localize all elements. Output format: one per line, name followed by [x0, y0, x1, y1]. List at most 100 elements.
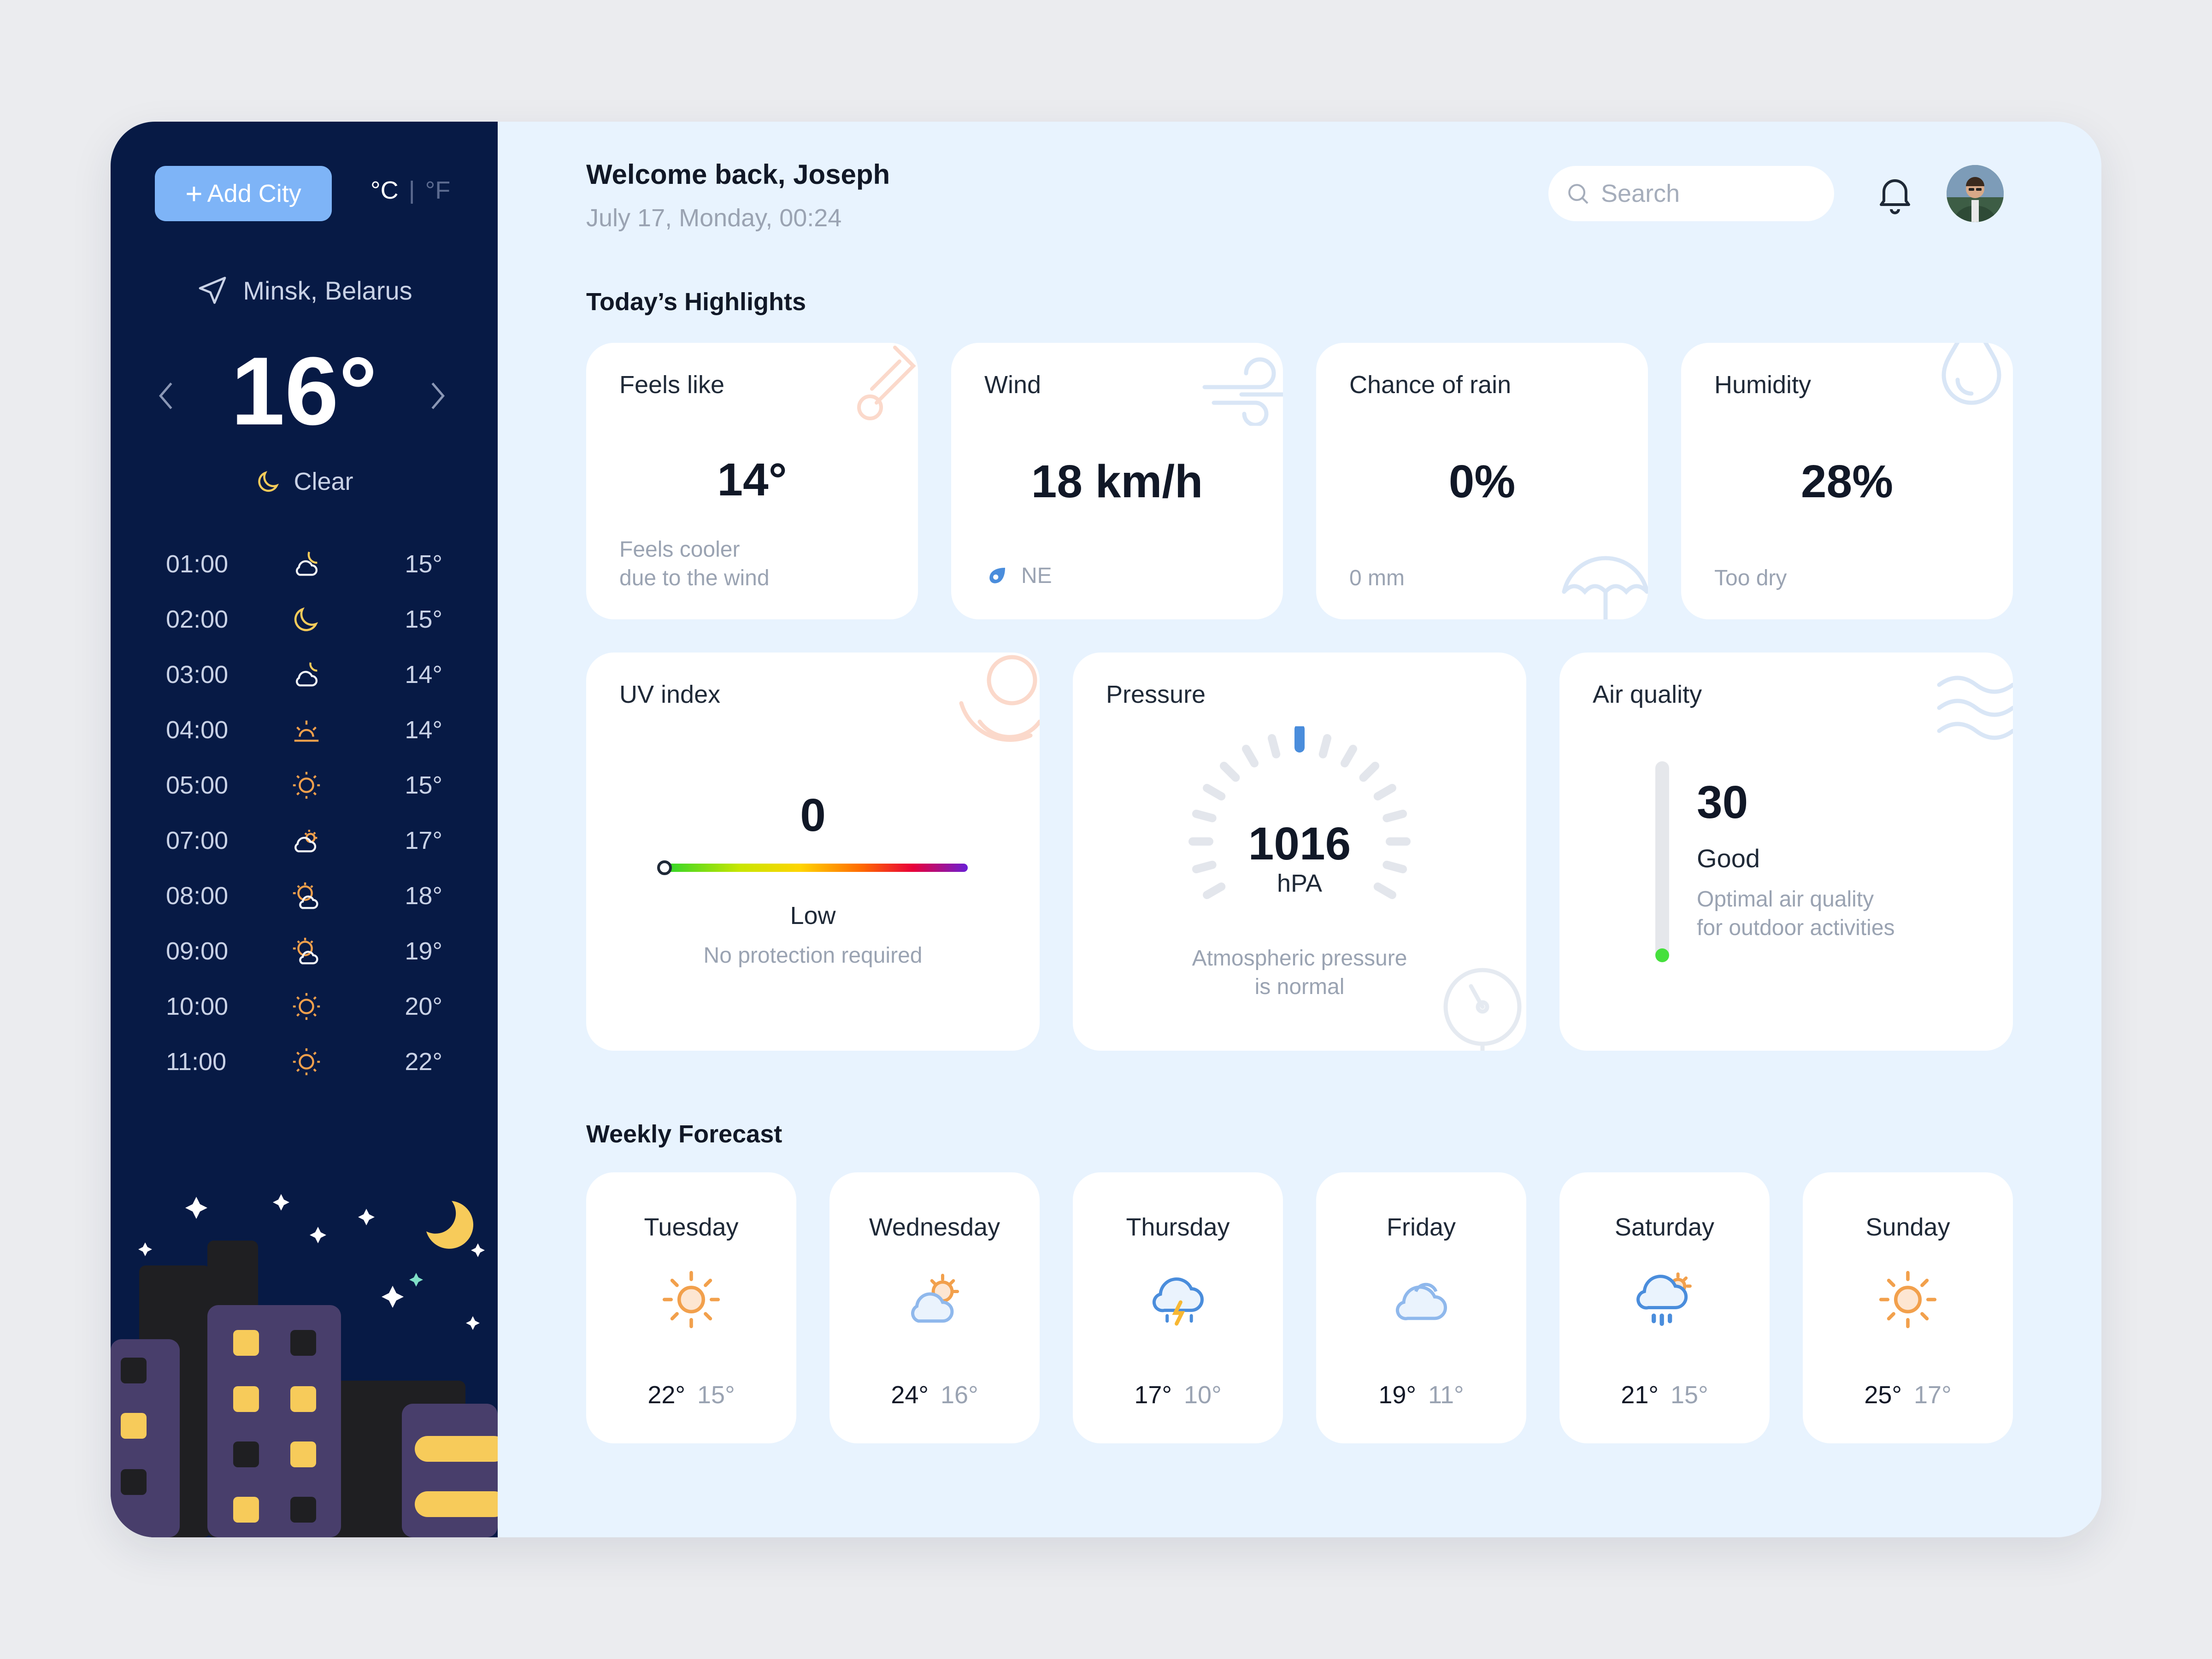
- forecast-low: 10°: [1184, 1381, 1222, 1409]
- hour-time: 04:00: [166, 716, 229, 744]
- pressure-note-2: is normal: [1254, 975, 1345, 999]
- chevron-right-icon[interactable]: [429, 380, 447, 412]
- forecast-high: 22°: [647, 1381, 685, 1409]
- unit-celsius[interactable]: °C: [371, 176, 399, 204]
- hour-temp: 14°: [405, 716, 442, 744]
- unit-separator: |: [408, 176, 415, 204]
- humidity-note: Too dry: [1714, 566, 1787, 590]
- cloud-icon: [1395, 1282, 1447, 1320]
- sunrise-icon: [294, 720, 319, 742]
- forecast-day-name: Friday: [1386, 1213, 1456, 1241]
- hourly-forecast: 01:00 15° 02:00 15° 03:00 14° 04:00 14° …: [166, 536, 442, 1089]
- pressure-dial-tick: [1341, 745, 1357, 768]
- air-quality-label: Air quality: [1593, 681, 1702, 708]
- add-city-label: Add City: [207, 180, 301, 207]
- forecast-day-card[interactable]: Thursday 17° 10°: [1073, 1172, 1283, 1443]
- forecast-high: 25°: [1864, 1381, 1902, 1409]
- add-city-button[interactable]: + Add City: [155, 166, 332, 221]
- feels-like-note-2: due to the wind: [619, 566, 770, 590]
- forecast-high: 17°: [1134, 1381, 1172, 1409]
- sun-icon: [293, 1048, 320, 1076]
- feels-like-label: Feels like: [619, 371, 725, 399]
- search-input[interactable]: Search: [1548, 166, 1834, 221]
- hour-temp: 15°: [405, 771, 442, 799]
- moon-cloud-icon: [295, 552, 318, 576]
- uv-label: UV index: [619, 681, 721, 708]
- forecast-day-name: Sunday: [1865, 1213, 1950, 1241]
- sun-rays-icon: [959, 655, 1040, 742]
- air-quality-meter: [1655, 761, 1669, 962]
- wind-icon: [1202, 357, 1283, 426]
- search-placeholder: Search: [1601, 180, 1680, 207]
- hour-temp: 17°: [405, 827, 442, 854]
- pressure-dial-tick: [1219, 761, 1240, 782]
- moon-icon: [258, 471, 279, 492]
- avatar[interactable]: [1947, 165, 2004, 222]
- pressure-value: 1016: [1248, 818, 1351, 870]
- pressure-unit: hPA: [1277, 870, 1323, 897]
- pressure-dial-tick: [1203, 784, 1226, 800]
- current-location[interactable]: Minsk, Belarus: [111, 274, 498, 307]
- uv-level: Low: [790, 902, 836, 930]
- hourly-row: 02:00 15°: [166, 592, 442, 647]
- hour-temp: 14°: [405, 661, 442, 688]
- water-drop-icon: [1941, 343, 2001, 405]
- moon-icon: [294, 607, 318, 631]
- uv-note: No protection required: [703, 943, 923, 968]
- sun-icon: [662, 1271, 720, 1329]
- feels-like-note-1: Feels cooler: [619, 537, 740, 562]
- uv-value: 0: [800, 789, 826, 841]
- main-panel: Welcome back, Joseph July 17, Monday, 00…: [498, 122, 2101, 1537]
- umbrella-icon: [1562, 556, 1648, 619]
- hourly-row: 07:00 17°: [166, 813, 442, 868]
- pressure-dial-tick: [1242, 745, 1259, 768]
- wind-direction: NE: [984, 563, 1052, 588]
- forecast-day-card[interactable]: Saturday 21° 15°: [1559, 1172, 1770, 1443]
- pressure-label: Pressure: [1106, 681, 1206, 708]
- humidity-value: 28%: [1800, 456, 1894, 507]
- humidity-card: Humidity 28% Too dry: [1681, 343, 2013, 619]
- forecast-day-name: Thursday: [1126, 1213, 1230, 1241]
- moon-cloud-icon: [295, 662, 318, 687]
- hour-time: 10:00: [166, 993, 229, 1020]
- hour-temp: 18°: [405, 882, 442, 910]
- wind-value: 18 km/h: [1031, 456, 1203, 507]
- air-quality-meter-fill: [1655, 948, 1669, 962]
- forecast-low: 17°: [1914, 1381, 1952, 1409]
- forecast-low: 15°: [697, 1381, 735, 1409]
- uv-indicator: [657, 860, 672, 875]
- hourly-row: 09:00 19°: [166, 924, 442, 979]
- hour-time: 03:00: [166, 661, 229, 688]
- forecast-day-card[interactable]: Wednesday 24° 16°: [830, 1172, 1040, 1443]
- hourly-row: 10:00 20°: [166, 979, 442, 1034]
- forecast-day-name: Wednesday: [869, 1213, 1000, 1241]
- hour-time: 07:00: [166, 827, 229, 854]
- sidebar: + Add City °C | °F Minsk, Belarus 16° Clea…: [111, 122, 498, 1537]
- user-photo: [1947, 165, 2004, 222]
- hour-temp: 22°: [405, 1048, 442, 1076]
- sun-cloud-icon: [294, 830, 318, 853]
- sun-icon: [293, 771, 320, 799]
- forecast-high: 19°: [1378, 1381, 1416, 1409]
- forecast-day-card[interactable]: Friday 19° 11°: [1316, 1172, 1526, 1443]
- hour-time: 11:00: [166, 1048, 227, 1076]
- feels-like-card: Feels like 14° Feels cooler due to the w…: [586, 343, 918, 619]
- rain-label: Chance of rain: [1349, 371, 1512, 399]
- sun-icon: [293, 993, 320, 1020]
- forecast-day-card[interactable]: Sunday 25° 17°: [1803, 1172, 2013, 1443]
- hourly-row: 08:00 18°: [166, 868, 442, 924]
- pressure-dial-tick: [1267, 734, 1281, 759]
- bell-icon[interactable]: [1873, 171, 1917, 216]
- hourly-row: 05:00 15°: [166, 758, 442, 813]
- sun-cloud-icon: [911, 1274, 959, 1323]
- thermometer-icon: [857, 346, 916, 420]
- forecast-day-name: Saturday: [1614, 1213, 1715, 1241]
- highlights-title: Today’s Highlights: [586, 288, 806, 316]
- location-name: Minsk, Belarus: [243, 276, 412, 305]
- hourly-row: 03:00 14°: [166, 647, 442, 702]
- forecast-low: 11°: [1428, 1381, 1464, 1409]
- weather-app: + Add City °C | °F Minsk, Belarus 16° Clea…: [111, 122, 2101, 1537]
- hour-temp: 19°: [405, 937, 442, 965]
- unit-fahrenheit[interactable]: °F: [425, 176, 451, 204]
- forecast-day-card[interactable]: Tuesday 22° 15°: [586, 1172, 796, 1443]
